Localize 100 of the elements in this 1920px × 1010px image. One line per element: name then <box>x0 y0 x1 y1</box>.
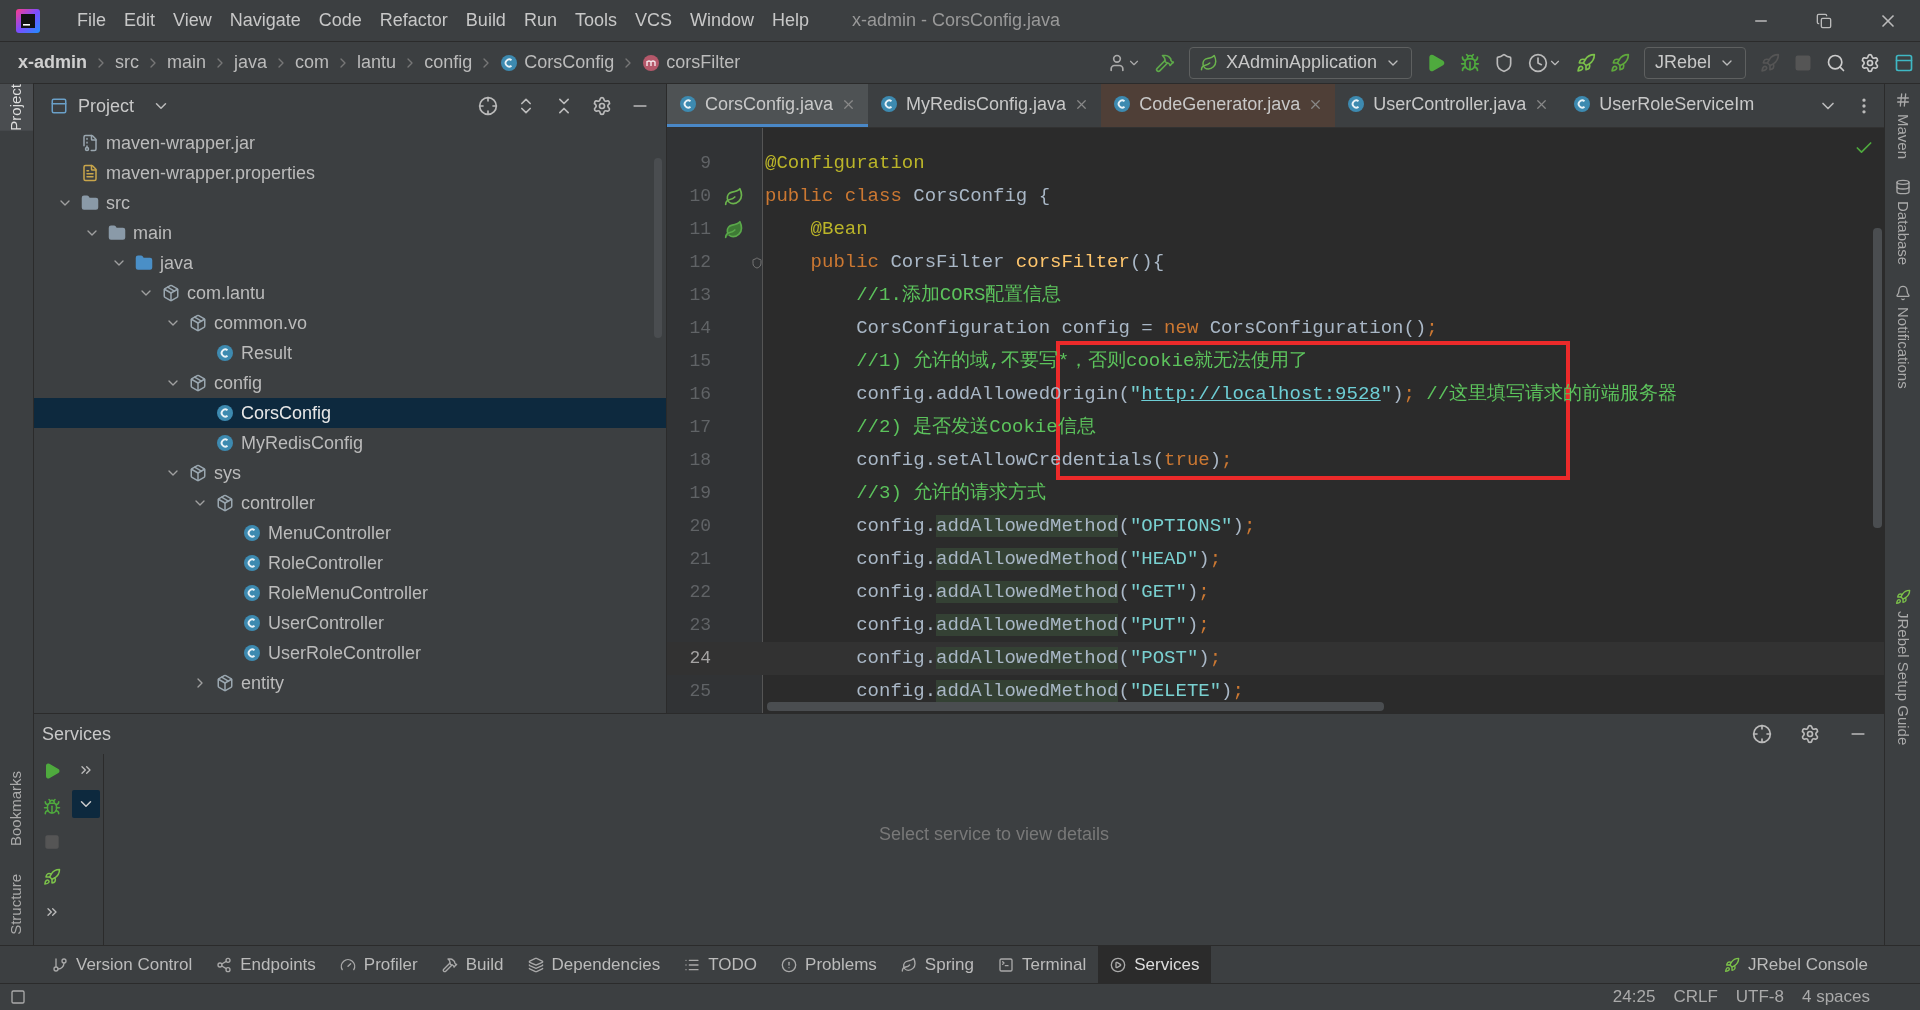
breadcrumb-item[interactable]: x-admin <box>18 49 87 76</box>
jrebel-dropdown[interactable]: JRebel <box>1643 46 1746 79</box>
editor-tab[interactable]: CorsConfig.java <box>667 84 869 127</box>
tree-item[interactable]: RoleMenuController <box>34 578 666 608</box>
editor-tab[interactable]: UserRoleServiceIm <box>1561 84 1767 127</box>
tool-window-tab[interactable]: Endpoints <box>204 946 328 983</box>
tree-item[interactable]: config <box>34 368 666 398</box>
tree-item[interactable]: UserRoleController <box>34 638 666 668</box>
tool-window-tab[interactable]: Services <box>1098 946 1212 983</box>
group-button[interactable] <box>72 790 101 818</box>
breadcrumb-item[interactable]: java <box>234 49 268 76</box>
hammer-icon <box>441 956 458 973</box>
tool-window-tab[interactable]: Spring <box>888 946 986 983</box>
restore-icon[interactable] <box>1816 12 1832 29</box>
tree-item[interactable]: com.lantu <box>34 278 666 308</box>
locate-icon[interactable] <box>478 96 498 116</box>
menu-item[interactable]: Run <box>514 7 566 34</box>
tool-window-tab[interactable]: Problems <box>769 946 889 983</box>
settings-icon[interactable] <box>1800 724 1820 744</box>
menu-item[interactable]: VCS <box>625 7 681 34</box>
tree-item[interactable]: maven-wrapper.properties <box>34 158 666 188</box>
hammer-icon[interactable] <box>1154 52 1175 73</box>
breadcrumb-item[interactable]: com <box>295 49 330 76</box>
menu-item[interactable]: View <box>164 7 221 34</box>
rocket-icon[interactable] <box>42 868 61 886</box>
debug-icon[interactable] <box>1459 52 1480 73</box>
tool-window-button[interactable]: Maven <box>1891 114 1914 160</box>
menu-item[interactable]: Window <box>680 7 763 34</box>
settings-icon[interactable] <box>592 96 612 116</box>
tool-window-tab[interactable]: Build <box>429 946 516 983</box>
tree-item[interactable]: common.vo <box>34 308 666 338</box>
debug-icon[interactable] <box>42 798 61 816</box>
locate-icon[interactable] <box>1752 724 1772 744</box>
tool-window-button[interactable]: Bookmarks <box>0 771 33 847</box>
folder-icon <box>108 224 126 242</box>
line-number: 24 <box>688 647 711 670</box>
tool-window-tab[interactable]: Version Control <box>40 946 205 983</box>
url-link[interactable]: http://localhost:9528 <box>1141 383 1381 406</box>
editor-tab[interactable]: MyRedisConfig.java <box>868 84 1102 127</box>
tree-item[interactable]: MenuController <box>34 518 666 548</box>
tool-window-button[interactable]: Database <box>1891 201 1914 266</box>
status-item[interactable]: UTF-8 <box>1735 984 1784 1010</box>
tool-window-tab[interactable]: TODO <box>672 946 770 983</box>
code-line: //1.添加CORS配置信息 <box>855 283 1062 309</box>
breadcrumb-item[interactable]: lantu <box>357 49 397 76</box>
code-line: @Bean <box>809 217 868 243</box>
tree-item[interactable]: src <box>34 188 666 218</box>
tree-item[interactable]: entity <box>34 668 666 698</box>
editor-tab[interactable]: UserController.java <box>1335 84 1562 127</box>
bean-icon[interactable] <box>724 219 744 240</box>
class-icon <box>216 404 234 422</box>
panel-icon[interactable] <box>1894 52 1914 73</box>
panel-title[interactable]: Project <box>78 92 135 120</box>
breadcrumb-item[interactable]: CorsConfig <box>524 49 615 76</box>
tool-window-tab[interactable]: JRebel Console <box>1712 946 1880 983</box>
tree-item[interactable]: sys <box>34 458 666 488</box>
search-icon[interactable] <box>1826 52 1846 73</box>
status-item[interactable]: 4 spaces <box>1801 984 1870 1010</box>
tree-item[interactable]: java <box>34 248 666 278</box>
menu-item[interactable]: Help <box>763 7 819 34</box>
tree-item[interactable]: CorsConfig <box>34 398 666 428</box>
tree-item[interactable]: UserController <box>34 608 666 638</box>
tree-item[interactable]: MyRedisConfig <box>34 428 666 458</box>
status-item[interactable]: 24:25 <box>1612 984 1656 1010</box>
bean-icon[interactable] <box>724 186 744 207</box>
settings-icon[interactable] <box>1860 52 1880 73</box>
scrollbar[interactable] <box>767 702 1384 711</box>
menu-item[interactable]: File <box>68 7 115 34</box>
tree-item[interactable]: Result <box>34 338 666 368</box>
rocket-icon[interactable] <box>1575 52 1596 73</box>
menu-item[interactable]: Tools <box>565 7 626 34</box>
status-item[interactable]: CRLF <box>1673 984 1718 1010</box>
code-line: public class CorsConfig { <box>765 184 1051 210</box>
breadcrumb-item[interactable]: config <box>424 49 473 76</box>
tool-window-button[interactable]: Project <box>0 84 33 131</box>
menu-item[interactable]: Build <box>456 7 515 34</box>
tool-window-button[interactable]: Notifications <box>1891 307 1914 389</box>
run-configuration-dropdown[interactable]: XAdminApplication <box>1188 46 1412 79</box>
tree-item[interactable]: RoleController <box>34 548 666 578</box>
tool-window-tab[interactable]: Terminal <box>986 946 1099 983</box>
tool-window-button[interactable]: Structure <box>0 874 33 935</box>
tool-window-tab[interactable]: Profiler <box>327 946 430 983</box>
code-line: config.addAllowedMethod("OPTIONS"); <box>855 514 1256 540</box>
tree-item[interactable]: main <box>34 218 666 248</box>
profile-icon[interactable] <box>1527 52 1548 73</box>
rocket-icon[interactable] <box>1609 52 1630 73</box>
scrollbar[interactable] <box>1873 228 1882 528</box>
tree-item[interactable]: controller <box>34 488 666 518</box>
editor-tab[interactable]: CodeGenerator.java <box>1101 84 1336 127</box>
breadcrumb-item[interactable]: main <box>167 49 207 76</box>
tool-window-button[interactable]: JRebel Setup Guide <box>1891 610 1914 746</box>
tree-item[interactable]: maven-wrapper.jar <box>34 128 666 158</box>
menu-item[interactable]: Edit <box>115 7 165 34</box>
menu-item[interactable]: Navigate <box>220 7 310 34</box>
tool-window-tab[interactable]: Dependencies <box>515 946 673 983</box>
menu-item[interactable]: Code <box>309 7 371 34</box>
breadcrumb-item[interactable]: corsFilter <box>666 49 741 76</box>
layout-icon[interactable] <box>10 989 26 1005</box>
menu-item[interactable]: Refactor <box>370 7 457 34</box>
breadcrumb-item[interactable]: src <box>115 49 139 76</box>
